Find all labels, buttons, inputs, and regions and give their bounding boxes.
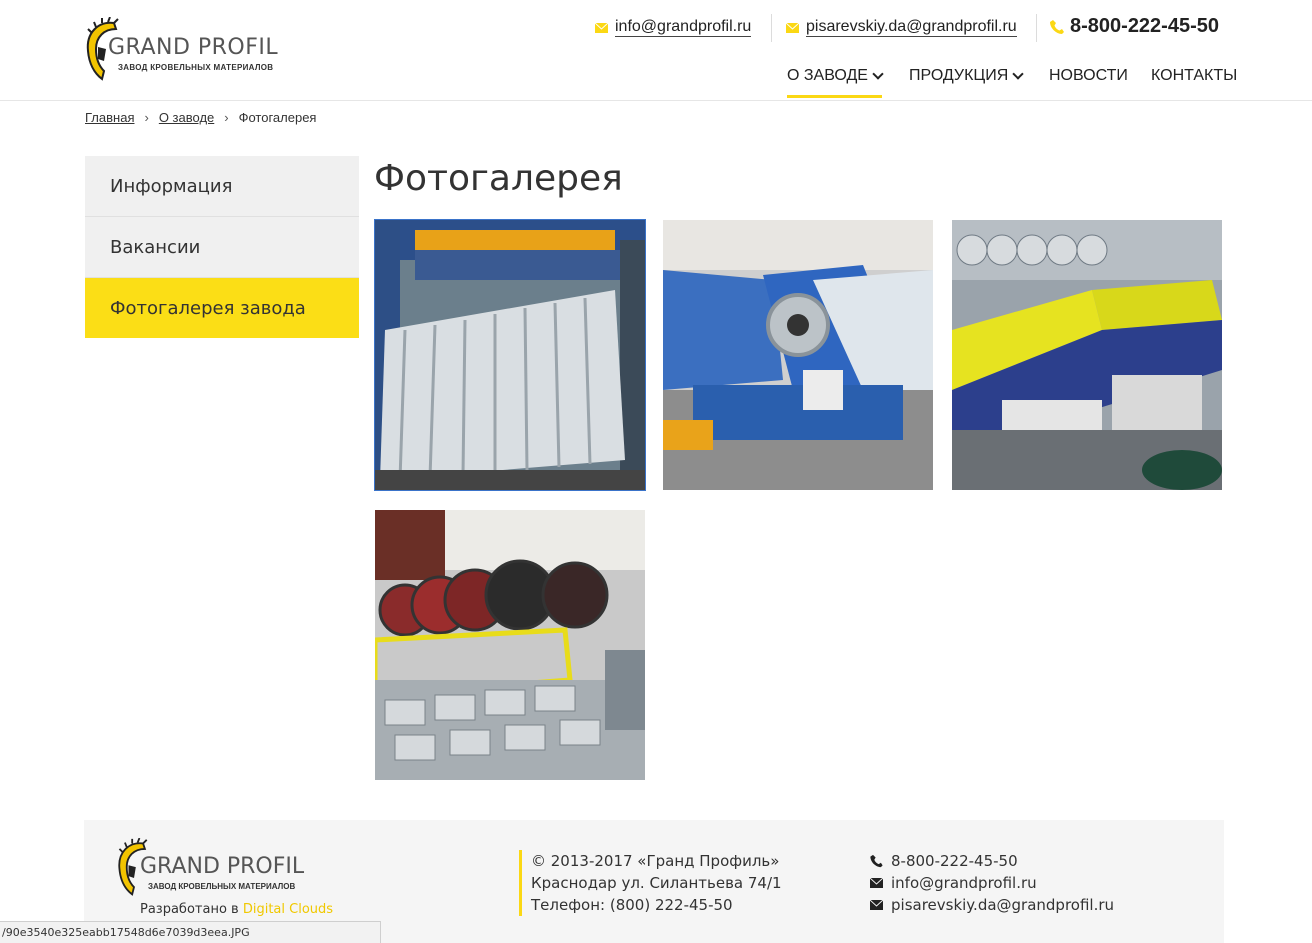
footer-logo-tagline: ЗАВОД КРОВЕЛЬНЫХ МАТЕРИАЛОВ (148, 882, 296, 891)
gallery-photo[interactable] (375, 510, 645, 780)
developer-credit: Разработано в Digital Clouds (140, 902, 333, 917)
gallery-photo[interactable] (374, 219, 646, 491)
breadcrumb-separator: › (224, 110, 229, 125)
nav-about[interactable]: О ЗАВОДЕ (787, 64, 884, 98)
sidebar: Информация Вакансии Фотогалерея завода (85, 156, 359, 338)
gallery-photo[interactable] (663, 220, 933, 490)
footer-contacts: 8-800-222-45-50 info@grandprofil.ru pisa… (870, 850, 1114, 916)
footer-email-2-text[interactable]: pisarevskiy.da@grandprofil.ru (891, 894, 1114, 916)
envelope-icon (870, 900, 883, 910)
breadcrumb-parent[interactable]: О заводе (159, 110, 214, 125)
nav-news[interactable]: НОВОСТИ (1049, 64, 1128, 98)
page-title: Фотогалерея (374, 158, 623, 199)
developer-credit-label: Разработано в (140, 902, 239, 917)
breadcrumb-separator: › (144, 110, 149, 125)
divider (771, 14, 772, 42)
footer-email-2[interactable]: pisarevskiy.da@grandprofil.ru (870, 894, 1114, 916)
main-nav: О ЗАВОДЕ ПРОДУКЦИЯ НОВОСТИ КОНТАКТЫ (0, 64, 1312, 100)
nav-contacts-label: КОНТАКТЫ (1151, 67, 1238, 84)
footer-logo-wordmark: GRAND PROFIL (140, 854, 305, 879)
breadcrumb: Главная › О заводе › Фотогалерея (85, 110, 316, 125)
nav-news-label: НОВОСТИ (1049, 67, 1128, 84)
site-header: GRAND PROFIL ЗАВОД КРОВЕЛЬНЫХ МАТЕРИАЛОВ… (0, 0, 1312, 101)
header-phone[interactable]: 8-800-222-45-50 (1050, 15, 1219, 38)
gallery-photo[interactable] (952, 220, 1222, 490)
breadcrumb-current: Фотогалерея (238, 110, 317, 125)
header-email-1-text[interactable]: info@grandprofil.ru (615, 18, 752, 37)
sidebar-item-vacancies[interactable]: Вакансии (85, 217, 359, 278)
envelope-icon (870, 878, 883, 888)
header-phone-text[interactable]: 8-800-222-45-50 (1070, 15, 1219, 38)
photo-image (375, 510, 645, 780)
header-email-1[interactable]: info@grandprofil.ru (595, 18, 752, 37)
footer-email-1[interactable]: info@grandprofil.ru (870, 872, 1114, 894)
nav-products[interactable]: ПРОДУКЦИЯ (909, 64, 1024, 98)
photo-image (375, 220, 645, 490)
divider (1036, 14, 1037, 42)
header-email-2-text[interactable]: pisarevskiy.da@grandprofil.ru (806, 18, 1017, 37)
footer-address: Краснодар ул. Силантьева 74/1 (531, 874, 782, 892)
sidebar-item-info[interactable]: Информация (85, 156, 359, 217)
footer-company-info: © 2013-2017 «Гранд Профиль» Краснодар ул… (519, 850, 782, 916)
footer-phone-line: Телефон: (800) 222-45-50 (531, 896, 733, 914)
phone-icon (1050, 19, 1064, 34)
nav-about-label: О ЗАВОДЕ (787, 67, 868, 84)
photo-image (952, 220, 1222, 490)
nav-products-label: ПРОДУКЦИЯ (909, 67, 1009, 84)
footer-email-1-text[interactable]: info@grandprofil.ru (891, 872, 1037, 894)
chevron-down-icon (1012, 68, 1024, 80)
envelope-icon (595, 22, 608, 33)
developer-link[interactable]: Digital Clouds (243, 902, 333, 917)
nav-contacts[interactable]: КОНТАКТЫ (1151, 64, 1237, 98)
photo-image (663, 220, 933, 490)
footer-phone[interactable]: 8-800-222-45-50 (870, 850, 1114, 872)
logo-wordmark: GRAND PROFIL (108, 35, 279, 60)
envelope-icon (786, 22, 799, 33)
sidebar-item-gallery[interactable]: Фотогалерея завода (85, 278, 359, 338)
phone-icon (870, 854, 883, 868)
footer-phone-text[interactable]: 8-800-222-45-50 (891, 850, 1018, 872)
footer-copyright: © 2013-2017 «Гранд Профиль» (531, 852, 780, 870)
chevron-down-icon (872, 68, 884, 80)
header-email-2[interactable]: pisarevskiy.da@grandprofil.ru (786, 18, 1017, 37)
breadcrumb-home[interactable]: Главная (85, 110, 134, 125)
browser-status-bar: /90e3540e325eabb17548d6e7039d3eea.JPG (0, 921, 381, 943)
footer-logo[interactable]: GRAND PROFIL ЗАВОД КРОВЕЛЬНЫХ МАТЕРИАЛОВ (114, 838, 324, 898)
